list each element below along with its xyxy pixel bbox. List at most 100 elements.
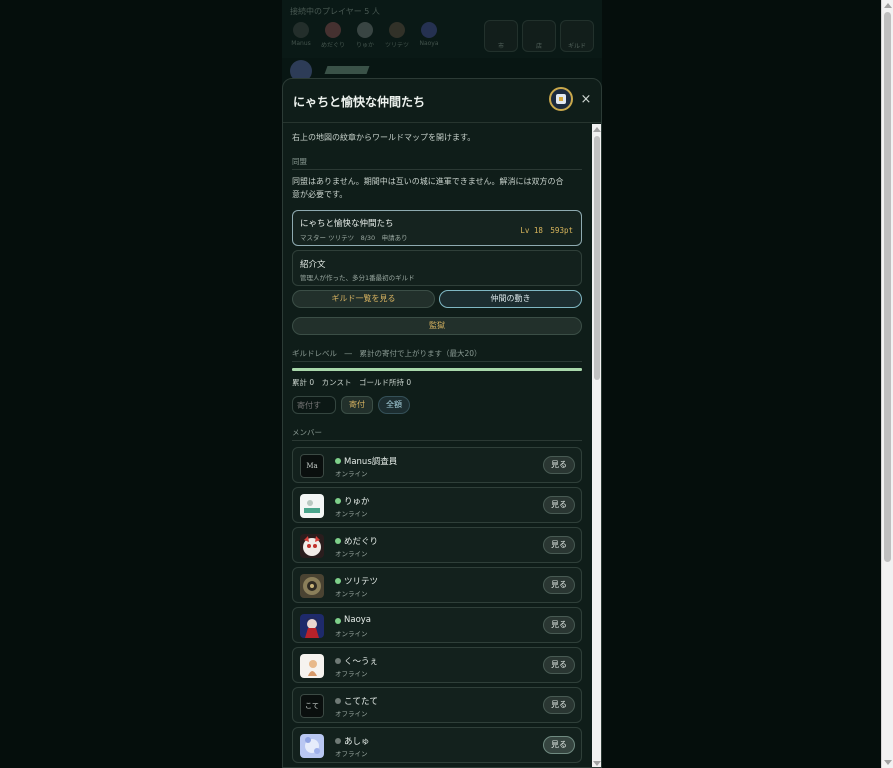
guild-level-label: ギルドレベル ― 累計の寄付で上がります（最大20）: [292, 349, 482, 358]
background-player-count: 接続中のプレイヤー 5 人: [290, 7, 380, 16]
avatar: [300, 574, 324, 598]
intro-card: 紹介文 管理人が作った、多分1番最初のギルド: [292, 250, 582, 286]
page-scrollbar[interactable]: [881, 0, 893, 768]
online-status-dot: [335, 618, 341, 624]
modal-title: にゃちと愉快な仲間たち: [293, 95, 426, 109]
donate-button[interactable]: 寄付: [341, 396, 373, 414]
view-member-button[interactable]: 見る: [543, 616, 575, 634]
modal-scrollbar[interactable]: [592, 124, 601, 767]
alliance-text-cont: 意が必要です。: [292, 190, 348, 199]
background-player-name: りゅか: [355, 42, 374, 49]
member-name: あしゅ: [344, 737, 370, 747]
member-status: オンライン: [335, 470, 368, 478]
member-row[interactable]: く〜うぇ オフライン 見る: [292, 647, 582, 683]
scroll-down-icon[interactable]: [884, 760, 892, 765]
view-member-button[interactable]: 見る: [543, 656, 575, 674]
avatar: [300, 534, 324, 558]
scroll-up-icon[interactable]: [593, 127, 601, 132]
background-row: [288, 60, 594, 82]
donate-all-button[interactable]: 全額: [378, 396, 410, 414]
prison-button[interactable]: 監獄: [292, 317, 582, 335]
offline-status-dot: [335, 658, 341, 664]
emblem-mark: [559, 97, 563, 101]
member-row[interactable]: Ma Manus調査員 オンライン 見る: [292, 447, 582, 483]
guild-name: にゃちと愉快な仲間たち: [300, 219, 394, 229]
background-player-name: Manus: [291, 40, 311, 47]
avatar: [300, 614, 324, 638]
member-name: りゅか: [344, 497, 370, 507]
member-name: Naoya: [344, 615, 372, 625]
member-status: オンライン: [335, 590, 368, 598]
avatar: [300, 654, 324, 678]
guild-meta: マスター ツリテツ 8/30 申請あり: [300, 234, 408, 242]
background-buttons: 市 店 ギルド: [484, 20, 594, 52]
scroll-up-icon[interactable]: [884, 3, 892, 8]
intro-title: 紹介文: [300, 260, 326, 270]
avatar-image: [304, 500, 320, 513]
scroll-thumb[interactable]: [594, 136, 600, 380]
scroll-down-icon[interactable]: [593, 761, 601, 766]
world-map-emblem-icon[interactable]: [549, 87, 573, 111]
background-player-list: Manus めだぐり りゅか ツリテツ Naoya: [288, 22, 442, 49]
avatar: [300, 494, 324, 518]
background-guild-button: ギルド: [560, 20, 594, 52]
avatar: こて: [300, 694, 324, 718]
avatar-initials: こて: [300, 694, 324, 718]
member-row[interactable]: あしゅ オフライン 見る: [292, 727, 582, 763]
member-row[interactable]: めだぐり オンライン 見る: [292, 527, 582, 563]
member-row[interactable]: こて こてたて オフライン 見る: [292, 687, 582, 723]
avatar-image: [305, 737, 320, 754]
member-status: オンライン: [335, 550, 368, 558]
donation-stats: 累計 0 カンスト ゴールド所持 0: [292, 378, 412, 387]
guild-card[interactable]: にゃちと愉快な仲間たち マスター ツリテツ 8/30 申請あり Lv 18 59…: [292, 210, 582, 246]
member-row[interactable]: Naoya オンライン 見る: [292, 607, 582, 643]
member-name: Manus調査員: [344, 457, 398, 467]
member-status: オンライン: [335, 630, 368, 638]
avatar-image: [303, 577, 321, 595]
member-row[interactable]: ツリテツ オンライン 見る: [292, 567, 582, 603]
avatar-image: [303, 536, 321, 556]
close-icon[interactable]: ×: [579, 92, 593, 108]
member-name: く〜うぇ: [344, 657, 379, 667]
view-member-button[interactable]: 見る: [543, 536, 575, 554]
guild-list-button[interactable]: ギルド一覧を見る: [292, 290, 435, 308]
online-status-dot: [335, 458, 341, 464]
view-member-button[interactable]: 見る: [543, 736, 575, 754]
online-status-dot: [335, 498, 341, 504]
background-header: 接続中のプレイヤー 5 人 Manus めだぐり りゅか ツリテツ Naoya …: [282, 0, 602, 58]
member-status: オフライン: [335, 750, 368, 758]
member-activity-button[interactable]: 仲間の動き: [439, 290, 582, 308]
avatar-image: [308, 660, 317, 676]
guild-level: Lv 18 593pt: [520, 226, 573, 235]
view-member-button[interactable]: 見る: [543, 496, 575, 514]
background-player: Naoya: [416, 22, 442, 49]
background-player: りゅか: [352, 22, 378, 49]
map-hint: 右上の地図の紋章からワールドマップを開けます。: [292, 133, 476, 142]
modal-body: 右上の地図の紋章からワールドマップを開けます。 同盟 同盟はありません。期間中は…: [283, 124, 592, 767]
background-player: めだぐり: [320, 22, 346, 49]
background-shop-button: 店: [522, 20, 556, 52]
avatar: [325, 22, 341, 38]
background-market-button: 市: [484, 20, 518, 52]
guild-level-progress: [292, 368, 582, 371]
divider: [292, 440, 582, 441]
view-member-button[interactable]: 見る: [543, 696, 575, 714]
scroll-thumb[interactable]: [884, 12, 891, 562]
avatar: [389, 22, 405, 38]
donate-amount-input[interactable]: [292, 396, 336, 414]
view-member-button[interactable]: 見る: [543, 576, 575, 594]
modal-header: にゃちと愉快な仲間たち ×: [283, 79, 601, 123]
background-tag: [324, 66, 370, 74]
member-status: オンライン: [335, 510, 368, 518]
offline-status-dot: [335, 738, 341, 744]
online-status-dot: [335, 578, 341, 584]
member-name: めだぐり: [344, 537, 379, 547]
view-member-button[interactable]: 見る: [543, 456, 575, 474]
avatar: [357, 22, 373, 38]
background-player-name: Naoya: [419, 40, 439, 47]
online-status-dot: [335, 538, 341, 544]
member-row[interactable]: りゅか オンライン 見る: [292, 487, 582, 523]
alliance-section-title: 同盟: [292, 157, 307, 166]
avatar: [293, 22, 309, 38]
progress-fill: [292, 368, 582, 371]
